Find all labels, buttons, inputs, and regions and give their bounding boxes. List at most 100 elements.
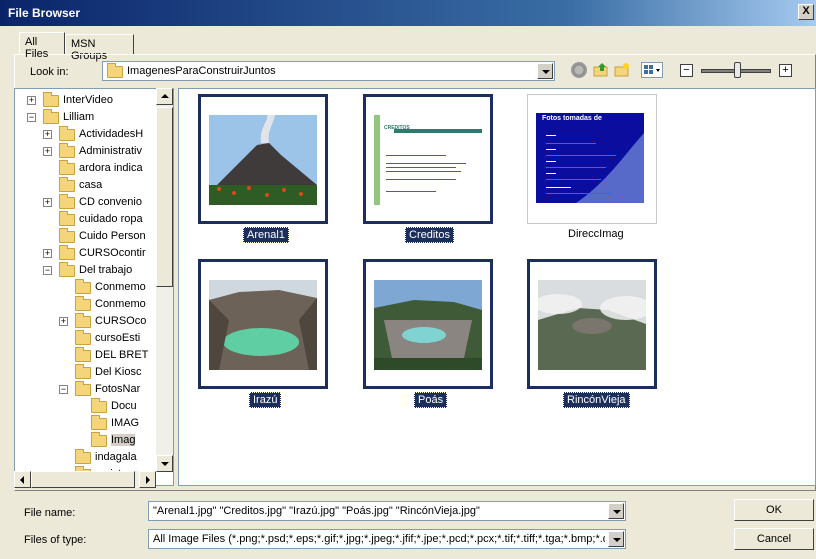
title-bar: File Browser X bbox=[0, 0, 816, 26]
tree-item-label: cursoEsti bbox=[95, 332, 141, 344]
expand-icon[interactable]: + bbox=[27, 96, 36, 105]
crater-lake-photo bbox=[209, 280, 317, 370]
new-folder-icon[interactable] bbox=[614, 62, 630, 78]
folder-icon bbox=[59, 160, 75, 175]
tree-item-label: CURSOcontir bbox=[79, 247, 146, 259]
folder-icon bbox=[75, 347, 91, 362]
folder-icon bbox=[75, 381, 91, 396]
folder-icon bbox=[59, 211, 75, 226]
thumbnail-caption[interactable]: Arenal1 bbox=[243, 227, 289, 243]
slide-fotos-tomadas bbox=[536, 113, 644, 203]
up-folder-icon[interactable] bbox=[593, 62, 609, 78]
close-button[interactable]: X bbox=[798, 4, 814, 20]
thumbnail-rinconvieja[interactable] bbox=[527, 259, 657, 389]
tree-item-label: casa bbox=[79, 179, 103, 191]
scroll-left-arrow-icon[interactable] bbox=[14, 471, 31, 488]
tree-item-label: FotosNar bbox=[95, 383, 141, 395]
thumbnail-arenal1[interactable] bbox=[198, 94, 328, 224]
zoom-in-button[interactable]: + bbox=[779, 64, 792, 77]
file-type-label: Files of type: bbox=[24, 534, 87, 546]
tree-item-label: Imag bbox=[111, 434, 136, 446]
folder-icon bbox=[59, 143, 75, 158]
expand-icon[interactable]: + bbox=[43, 147, 52, 156]
slide-heading: Fotos tomadas de bbox=[542, 115, 602, 122]
look-in-dropdown[interactable]: ImagenesParaConstruirJuntos bbox=[102, 61, 555, 81]
expand-icon[interactable]: + bbox=[59, 317, 68, 326]
ok-button[interactable]: OK bbox=[734, 499, 814, 521]
expand-icon[interactable]: + bbox=[43, 249, 52, 258]
thumbnail-irazu[interactable] bbox=[198, 259, 328, 389]
window-title: File Browser bbox=[8, 6, 81, 20]
collapse-icon[interactable]: − bbox=[27, 113, 36, 122]
folder-icon bbox=[43, 109, 59, 124]
tree-horizontal-scroll-thumb[interactable] bbox=[31, 471, 135, 488]
file-name-field[interactable]: "Arenal1.jpg" "Creditos.jpg" "Irazú.jpg"… bbox=[148, 501, 626, 521]
thumbnail-caption[interactable]: DireccImag bbox=[565, 227, 627, 243]
folder-icon bbox=[59, 126, 75, 141]
tree-item-label: indagala bbox=[95, 451, 137, 463]
zoom-slider-thumb[interactable] bbox=[734, 62, 741, 78]
file-type-value: All Image Files (*.png;*.psd;*.eps;*.gif… bbox=[153, 533, 605, 545]
scroll-up-arrow-icon[interactable] bbox=[156, 88, 173, 105]
tree-item-label: Cuido Person bbox=[79, 230, 146, 242]
thumbnail-caption[interactable]: RincónVieja bbox=[563, 392, 630, 408]
crater-lake-photo-2 bbox=[374, 280, 482, 370]
folder-icon bbox=[75, 296, 91, 311]
folder-icon bbox=[75, 330, 91, 345]
tree-item-label: Lilliam bbox=[63, 111, 95, 123]
folder-icon bbox=[91, 415, 107, 430]
folder-icon bbox=[107, 63, 123, 78]
thumbnail-caption[interactable]: Poás bbox=[414, 392, 448, 408]
expand-icon[interactable]: + bbox=[43, 198, 52, 207]
tree-item-label: cuidado ropa bbox=[79, 213, 143, 225]
expand-icon[interactable]: + bbox=[43, 130, 52, 139]
tree-item-label: IMAG bbox=[111, 417, 140, 429]
zoom-out-button[interactable]: − bbox=[680, 64, 693, 77]
thumbnail-grid[interactable]: Arenal1 CREDITOS Creditos Fotos tomadas … bbox=[178, 88, 816, 486]
scroll-right-arrow-icon[interactable] bbox=[139, 471, 156, 488]
folder-icon bbox=[75, 279, 91, 294]
tree-scroll-thumb[interactable] bbox=[156, 107, 173, 287]
thumbnail-caption[interactable]: Irazú bbox=[249, 392, 282, 408]
file-name-label: File name: bbox=[24, 507, 76, 519]
tree-item-label: ardora indica bbox=[79, 162, 143, 174]
chevron-down-icon[interactable] bbox=[608, 503, 624, 519]
thumbnail-creditos[interactable]: CREDITOS bbox=[363, 94, 493, 224]
file-name-value[interactable]: "Arenal1.jpg" "Creditos.jpg" "Irazú.jpg"… bbox=[153, 505, 605, 517]
folder-icon bbox=[59, 194, 75, 209]
collapse-icon[interactable]: − bbox=[43, 266, 52, 275]
collapse-icon[interactable]: − bbox=[59, 385, 68, 394]
cancel-button[interactable]: Cancel bbox=[734, 528, 814, 550]
tree-item-label: ActividadesH bbox=[79, 128, 144, 140]
chevron-down-icon[interactable] bbox=[537, 63, 553, 79]
tree-item-label: Docu bbox=[111, 400, 137, 412]
folder-icon bbox=[91, 432, 107, 447]
back-icon[interactable] bbox=[571, 62, 587, 78]
tree-item-label: Conmemo bbox=[95, 298, 146, 310]
volcano-aerial-photo bbox=[538, 280, 646, 370]
folder-icon bbox=[75, 313, 91, 328]
folder-icon bbox=[43, 92, 59, 107]
slide-heading: CREDITOS bbox=[384, 125, 410, 131]
tab-msn-groups[interactable]: MSN Groups bbox=[65, 34, 134, 62]
folder-icon bbox=[59, 177, 75, 192]
thumbnail-poas[interactable] bbox=[363, 259, 493, 389]
thumbnail-caption[interactable]: Creditos bbox=[405, 227, 454, 243]
thumbnail-direccimag[interactable]: Fotos tomadas de bbox=[527, 94, 657, 224]
folder-icon bbox=[59, 228, 75, 243]
tab-all-files[interactable]: All Files bbox=[19, 32, 65, 60]
tree-item-label: DEL BRET bbox=[95, 349, 149, 361]
folder-tree[interactable]: + InterVideo − Lilliam + ActividadesH + Adminis… bbox=[14, 88, 174, 486]
folder-icon bbox=[59, 262, 75, 277]
look-in-label: Look in: bbox=[30, 66, 69, 78]
chevron-down-icon[interactable] bbox=[608, 531, 624, 547]
look-in-value: ImagenesParaConstruirJuntos bbox=[127, 65, 276, 77]
folder-icon bbox=[91, 398, 107, 413]
folder-icon bbox=[75, 364, 91, 379]
volcano-photo bbox=[209, 115, 317, 205]
file-type-dropdown[interactable]: All Image Files (*.png;*.psd;*.eps;*.gif… bbox=[148, 529, 626, 549]
scroll-down-arrow-icon[interactable] bbox=[156, 455, 173, 472]
view-menu-icon[interactable] bbox=[641, 62, 663, 78]
tree-item-label: Del Kiosc bbox=[95, 366, 142, 378]
folder-icon bbox=[75, 449, 91, 464]
